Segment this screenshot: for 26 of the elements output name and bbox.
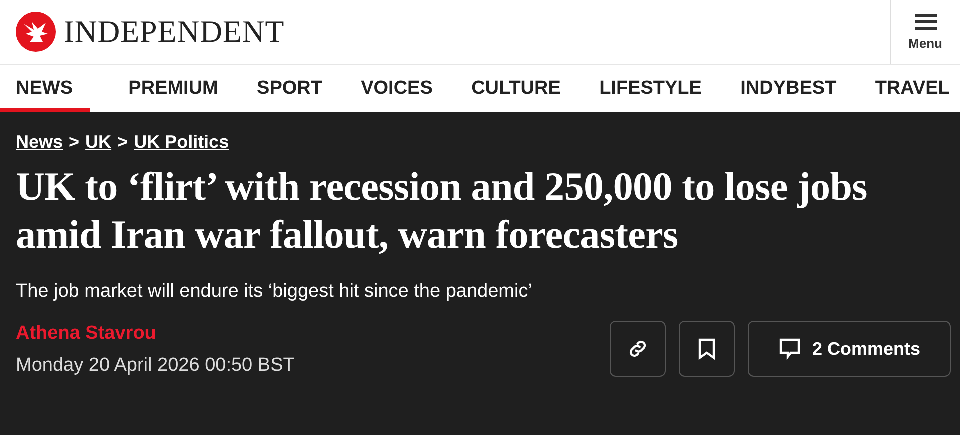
nav-tab[interactable]: PREMIUM <box>128 65 218 112</box>
nav-tab[interactable]: VOICES <box>361 65 433 112</box>
menu-label: Menu <box>908 36 942 50</box>
menu-icon <box>914 14 936 30</box>
standfirst: The job market will endure its ‘biggest hit since the pandemic’ <box>16 281 534 303</box>
nav-tab[interactable]: INDYBEST <box>740 65 837 112</box>
logo-wordmark[interactable]: INDEPENDENT <box>64 14 285 50</box>
nav-tab[interactable]: TRAVEL <box>875 65 950 112</box>
nav-tab[interactable]: NEWS <box>0 65 90 112</box>
headline: UK to ‘flirt’ with recession and 250,000 to lose jobs amid Iran war fallout, warn forecasters <box>16 163 868 259</box>
link-icon <box>627 338 649 360</box>
bookmark-icon <box>698 338 716 360</box>
breadcrumb-link[interactable]: UK Politics <box>134 132 230 153</box>
author-link[interactable]: Athena Stavrou <box>16 323 295 345</box>
breadcrumb-separator: > <box>69 132 80 153</box>
publish-date: Monday 20 April 2026 00:50 BST <box>16 355 295 377</box>
speech-bubble-icon <box>778 337 802 361</box>
breadcrumb-link[interactable]: UK <box>86 132 112 153</box>
nav-tab[interactable]: SPORT <box>257 65 322 112</box>
copy-link-button[interactable] <box>610 321 666 377</box>
nav-tab[interactable]: CULTURE <box>472 65 561 112</box>
bookmark-button[interactable] <box>679 321 735 377</box>
comments-button[interactable]: 2 Comments <box>748 321 951 377</box>
nav-tab[interactable]: LIFESTYLE <box>600 65 702 112</box>
breadcrumb-separator: > <box>118 132 128 153</box>
breadcrumb-link[interactable]: News <box>16 132 64 153</box>
